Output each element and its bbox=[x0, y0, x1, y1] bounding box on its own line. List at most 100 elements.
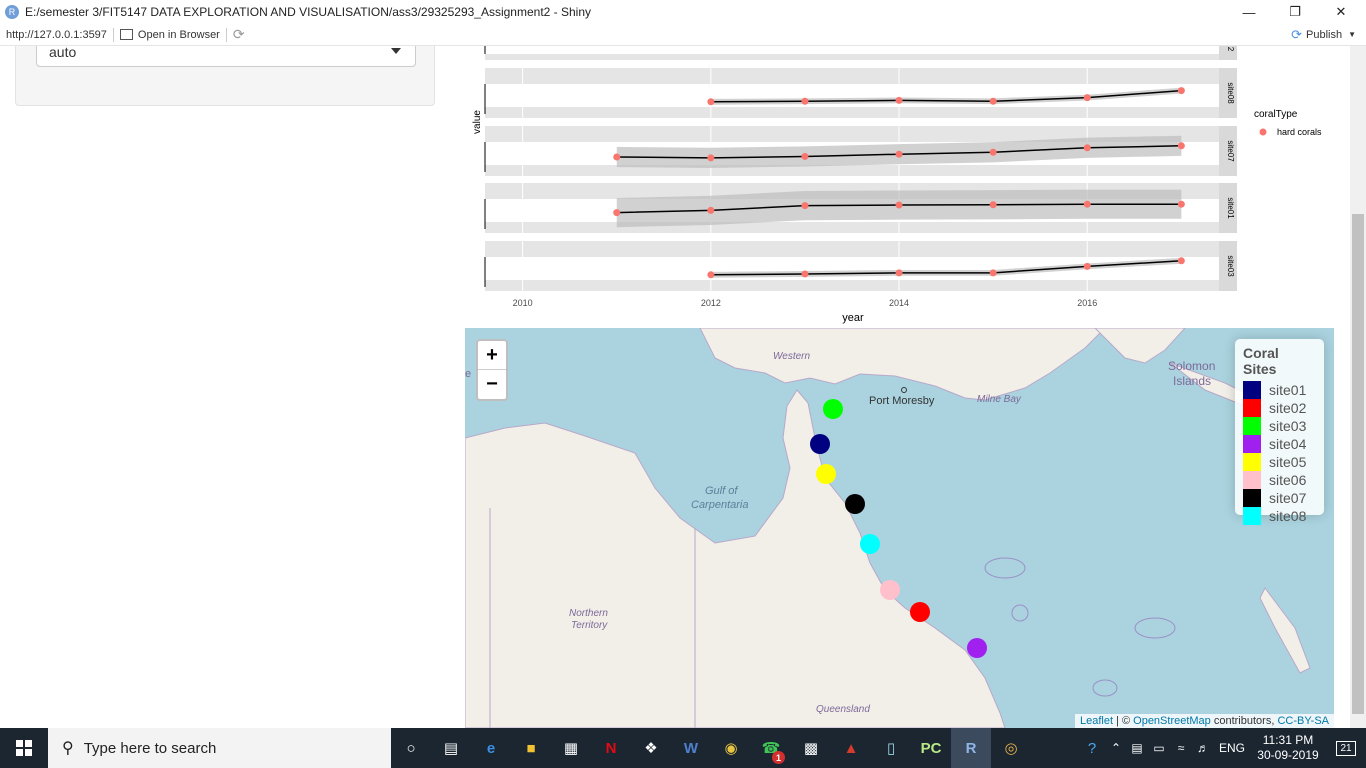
zoom-in-button[interactable]: + bbox=[478, 341, 506, 370]
facet-panel-partial bbox=[485, 46, 1219, 54]
edge-icon[interactable]: e bbox=[471, 728, 511, 768]
browser-icon bbox=[119, 29, 133, 40]
paint-icon[interactable]: ◎ bbox=[991, 728, 1031, 768]
word-icon[interactable]: W bbox=[671, 728, 711, 768]
open-in-browser-button[interactable]: Open in Browser bbox=[119, 29, 220, 41]
battery-icon[interactable]: ▭ bbox=[1148, 741, 1170, 755]
x-tick-label: 2012 bbox=[701, 298, 721, 308]
leaflet-link[interactable]: Leaflet bbox=[1080, 715, 1113, 727]
wifi-icon[interactable]: ≈ bbox=[1170, 741, 1192, 755]
legend-label: site03 bbox=[1269, 418, 1307, 434]
cortana-icon[interactable]: ○ bbox=[391, 728, 431, 768]
data-point-site01 bbox=[895, 201, 903, 209]
store-icon[interactable]: ▦ bbox=[551, 728, 591, 768]
facet-inner-site03 bbox=[485, 257, 1219, 280]
site07-marker[interactable] bbox=[845, 494, 865, 514]
facet-strip-label: site03 bbox=[1226, 255, 1235, 277]
legend-row: site03 bbox=[1243, 417, 1316, 435]
acrobat-icon[interactable]: ▲ bbox=[831, 728, 871, 768]
legend-swatch bbox=[1243, 489, 1261, 507]
minimize-icon[interactable]: — bbox=[1226, 0, 1272, 24]
dropbox-icon[interactable]: ❖ bbox=[631, 728, 671, 768]
volume-icon[interactable]: ♬ bbox=[1192, 741, 1214, 755]
scrollbar-thumb[interactable] bbox=[1352, 214, 1364, 714]
site08-marker[interactable] bbox=[860, 534, 880, 554]
data-point-site08 bbox=[1177, 87, 1185, 95]
legend-swatch bbox=[1243, 471, 1261, 489]
site03-marker[interactable] bbox=[823, 399, 843, 419]
clock[interactable]: 11:31 PM 30-09-2019 bbox=[1250, 733, 1326, 763]
data-point-site01 bbox=[989, 201, 997, 209]
data-point-site08 bbox=[895, 96, 903, 104]
windows-start-icon[interactable] bbox=[0, 728, 48, 768]
map-label-solomon: Solomon bbox=[1168, 359, 1215, 373]
data-point-site01 bbox=[1083, 200, 1091, 208]
legend-swatch bbox=[1243, 435, 1261, 453]
whatsapp-badge: 1 bbox=[772, 751, 785, 764]
data-point-site07 bbox=[989, 148, 997, 156]
map-label-territory: Territory bbox=[571, 620, 608, 631]
x-tick-label: 2014 bbox=[889, 298, 909, 308]
file-explorer-icon[interactable]: ■ bbox=[511, 728, 551, 768]
network-icon[interactable]: ▤ bbox=[1126, 741, 1148, 755]
shiny-app-content: auto 2 site08 site07 site01 site03 value yea… bbox=[0, 46, 1350, 728]
data-point-site03 bbox=[989, 269, 997, 277]
task-view-icon[interactable]: ▤ bbox=[431, 728, 471, 768]
vertical-scrollbar[interactable] bbox=[1350, 46, 1366, 728]
legend-label: site04 bbox=[1269, 436, 1307, 452]
taskbar-search-box[interactable]: ⚲ Type here to search bbox=[48, 728, 391, 768]
coral-sites-map[interactable]: Western Port Moresby Milne Bay Solomon I… bbox=[465, 328, 1334, 728]
chevron-up-icon[interactable]: ⌃ bbox=[1106, 741, 1126, 755]
data-point-site01 bbox=[1177, 200, 1185, 208]
close-icon[interactable]: ✕ bbox=[1318, 0, 1364, 24]
site02-marker[interactable] bbox=[910, 602, 930, 622]
window-title: E:/semester 3/FIT5147 DATA EXPLORATION A… bbox=[25, 5, 592, 19]
whatsapp-icon[interactable]: ☎ 1 bbox=[751, 728, 791, 768]
facet-strip-label-partial: 2 bbox=[1226, 47, 1235, 52]
help-icon[interactable]: ? bbox=[1078, 740, 1106, 757]
legend-label: site05 bbox=[1269, 454, 1307, 470]
rstudio-icon[interactable]: R bbox=[951, 728, 991, 768]
land-png bbox=[699, 328, 1106, 401]
land-australia bbox=[465, 389, 1006, 728]
clock-time: 11:31 PM bbox=[1262, 733, 1314, 747]
map-legend-title: Coral Sites bbox=[1243, 345, 1279, 377]
facet-strip-label: site01 bbox=[1226, 197, 1235, 219]
data-point-site01 bbox=[801, 202, 809, 210]
chart-type-select[interactable]: auto bbox=[36, 46, 416, 67]
zoom-out-button[interactable]: − bbox=[478, 370, 506, 399]
pycharm-icon[interactable]: PC bbox=[911, 728, 951, 768]
notes-icon[interactable]: ▯ bbox=[871, 728, 911, 768]
data-point-site07 bbox=[613, 153, 621, 161]
notification-count: 21 bbox=[1336, 740, 1356, 756]
map-label-northern: Northern bbox=[569, 608, 608, 619]
site04-marker[interactable] bbox=[967, 638, 987, 658]
data-point-site08 bbox=[707, 98, 715, 106]
language-indicator[interactable]: ENG bbox=[1214, 741, 1250, 755]
data-point-site03 bbox=[1083, 262, 1091, 270]
y-axis-label: value bbox=[472, 110, 483, 134]
legend-label: site06 bbox=[1269, 472, 1307, 488]
site05-marker[interactable] bbox=[816, 464, 836, 484]
refresh-icon[interactable]: ⟳ bbox=[233, 26, 245, 43]
cmd-icon[interactable]: ▩ bbox=[791, 728, 831, 768]
window-titlebar: R E:/semester 3/FIT5147 DATA EXPLORATION… bbox=[0, 0, 1366, 24]
osm-link[interactable]: OpenStreetMap bbox=[1133, 715, 1211, 727]
site06-marker[interactable] bbox=[880, 580, 900, 600]
maximize-icon[interactable]: ❐ bbox=[1272, 0, 1318, 24]
data-point-site07 bbox=[801, 152, 809, 160]
map-attribution: Leaflet | © OpenStreetMap contributors, … bbox=[1074, 714, 1334, 728]
chrome-icon[interactable]: ◉ bbox=[711, 728, 751, 768]
data-point-site07 bbox=[1083, 144, 1091, 152]
chevron-down-icon bbox=[391, 48, 401, 54]
netflix-icon[interactable]: N bbox=[591, 728, 631, 768]
site01-marker[interactable] bbox=[810, 434, 830, 454]
reef-1 bbox=[1134, 617, 1176, 639]
publish-button[interactable]: ⟳ Publish ▼ bbox=[1291, 27, 1356, 43]
coral-trend-plot: 2 site08 site07 site01 site03 value year 201… bbox=[472, 46, 1322, 324]
license-link[interactable]: CC-BY-SA bbox=[1277, 715, 1329, 727]
legend-label: site08 bbox=[1269, 508, 1307, 524]
notifications-icon[interactable]: 21 bbox=[1326, 740, 1366, 756]
map-label-edge: e bbox=[465, 368, 471, 380]
system-tray: ? ⌃ ▤ ▭ ≈ ♬ ENG 11:31 PM 30-09-2019 21 bbox=[1078, 728, 1366, 768]
